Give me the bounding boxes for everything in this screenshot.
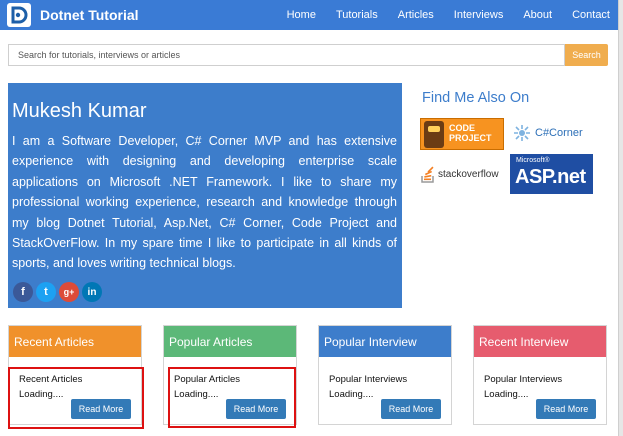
- aspnet-microsoft-text: Microsoft®: [516, 157, 550, 164]
- stackoverflow-text: stackoverflow: [438, 168, 499, 180]
- popular-interview-card: Popular Interview Popular Interviews Loa…: [318, 325, 452, 425]
- stackoverflow-logo[interactable]: stackoverflow: [420, 161, 506, 187]
- codeproject-logo[interactable]: CODE PROJECT: [420, 118, 504, 150]
- profile-name: Mukesh Kumar: [12, 100, 147, 122]
- codeproject-robot-icon: [424, 121, 444, 148]
- read-more-button[interactable]: Read More: [381, 399, 441, 419]
- csharpcorner-mark-icon: [514, 125, 530, 141]
- aspnet-text: ASP.net: [515, 166, 586, 188]
- profile-panel: Mukesh Kumar I am a Software Developer, …: [8, 83, 402, 308]
- card-title: Popular Articles: [164, 326, 296, 357]
- aspnet-logo[interactable]: Microsoft® ASP.net: [510, 154, 593, 194]
- nav-home[interactable]: Home: [287, 9, 316, 21]
- nav-articles[interactable]: Articles: [398, 9, 434, 21]
- search-button[interactable]: Search: [565, 44, 608, 66]
- stackoverflow-stack-icon: [421, 166, 434, 183]
- codeproject-text-2: PROJECT: [449, 133, 492, 143]
- csharpcorner-logo[interactable]: C#Corner: [512, 121, 594, 145]
- card-body: Popular Interviews Loading....: [474, 357, 606, 402]
- codeproject-text-1: CODE: [449, 123, 476, 133]
- nav-tutorials[interactable]: Tutorials: [336, 9, 378, 21]
- highlight-box-recent: [8, 367, 144, 429]
- navbar: Dotnet Tutorial Home Tutorials Articles …: [0, 0, 618, 30]
- card-body-label: Popular Interviews: [329, 374, 408, 385]
- card-title: Popular Interview: [319, 326, 451, 357]
- card-title: Recent Articles: [9, 326, 141, 357]
- nav-about[interactable]: About: [523, 9, 552, 21]
- highlight-box-popular: [168, 367, 296, 428]
- card-body-label: Popular Interviews: [484, 374, 563, 385]
- page-scrollbar[interactable]: [618, 0, 623, 436]
- linkedin-icon[interactable]: in: [82, 282, 102, 302]
- facebook-icon[interactable]: f: [13, 282, 33, 302]
- nav-contact[interactable]: Contact: [572, 9, 610, 21]
- csharpcorner-text: C#Corner: [535, 127, 583, 139]
- card-body: Popular Interviews Loading....: [319, 357, 451, 402]
- twitter-icon[interactable]: t: [36, 282, 56, 302]
- google-plus-icon[interactable]: g+: [59, 282, 79, 302]
- find-me-title: Find Me Also On: [422, 90, 530, 106]
- main-nav: Home Tutorials Articles Interviews About…: [287, 0, 610, 30]
- social-links: f t g+ in: [13, 282, 102, 302]
- search-input[interactable]: [8, 44, 565, 66]
- dotnet-tutorial-logo-icon: [7, 3, 31, 27]
- profile-bio: I am a Software Developer, C# Corner MVP…: [12, 134, 397, 271]
- brand-name: Dotnet Tutorial: [40, 7, 139, 23]
- nav-interviews[interactable]: Interviews: [454, 9, 504, 21]
- brand[interactable]: Dotnet Tutorial: [7, 3, 139, 27]
- card-title: Recent Interview: [474, 326, 606, 357]
- read-more-button[interactable]: Read More: [536, 399, 596, 419]
- recent-interview-card: Recent Interview Popular Interviews Load…: [473, 325, 607, 425]
